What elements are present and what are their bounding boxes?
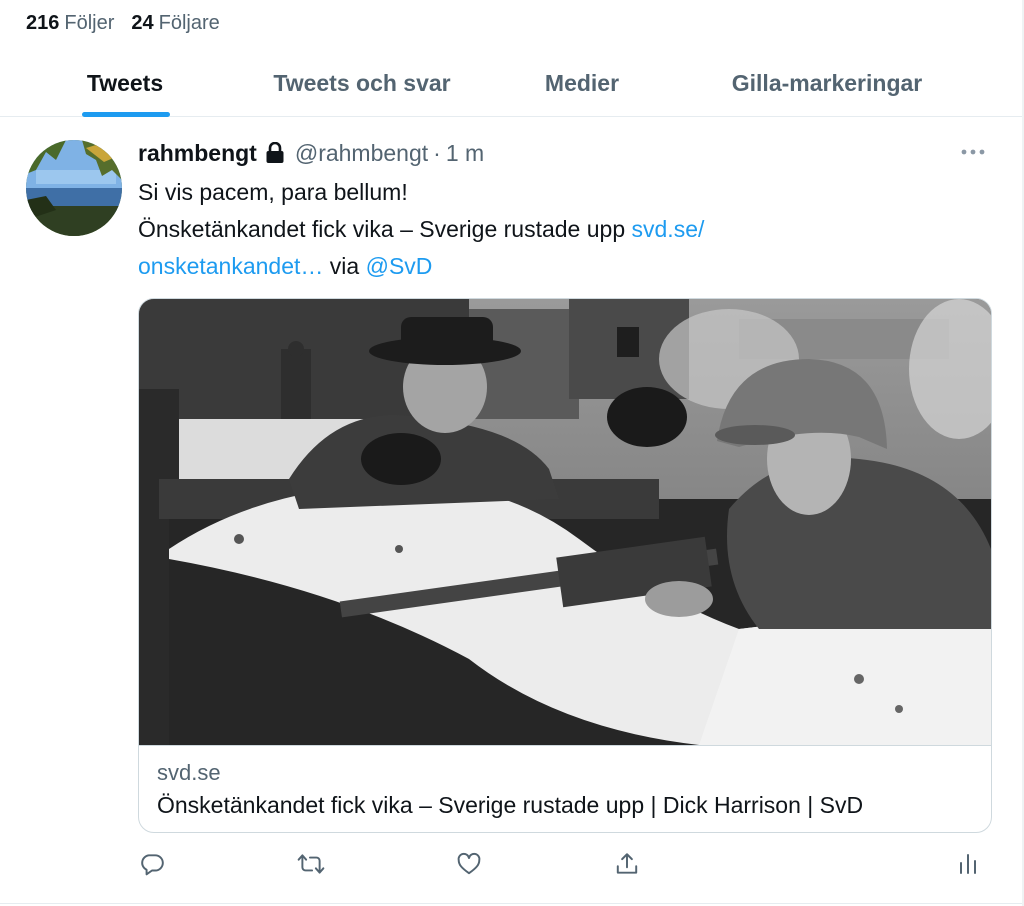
analytics-icon bbox=[956, 851, 980, 882]
user-handle[interactable]: @rahmbengt bbox=[295, 140, 428, 167]
card-title: Önsketänkandet fick vika – Sverige rusta… bbox=[157, 792, 864, 818]
follow-stats: 216 Följer 24 Följare bbox=[26, 8, 220, 38]
tab-likes-label: Gilla-markeringar bbox=[731, 70, 923, 96]
share-icon bbox=[614, 851, 640, 882]
lock-icon bbox=[265, 142, 285, 164]
following-count: 216 bbox=[26, 11, 60, 34]
tweet[interactable]: rahmbengt @rahmbengt · 1 m Si vis pacem,… bbox=[0, 118, 1022, 904]
via-text: via bbox=[323, 253, 366, 279]
reply-button[interactable] bbox=[134, 848, 170, 884]
retweet-icon bbox=[297, 851, 325, 882]
reply-icon bbox=[139, 851, 165, 882]
followers-count: 24 bbox=[131, 11, 154, 34]
tweet-text-line-2: Önsketänkandet fick vika – Sverige rusta… bbox=[138, 211, 978, 248]
like-button[interactable] bbox=[451, 848, 487, 884]
card-image bbox=[139, 299, 991, 745]
analytics-button[interactable] bbox=[950, 848, 986, 884]
share-button[interactable] bbox=[609, 848, 645, 884]
profile-tabs: Tweets Tweets och svar Medier Gilla-mark… bbox=[0, 50, 1022, 117]
followers-link[interactable]: 24 Följare bbox=[131, 12, 219, 35]
mention-link[interactable]: @SvD bbox=[366, 253, 433, 279]
tab-media[interactable]: Medier bbox=[515, 50, 649, 117]
active-tab-indicator bbox=[82, 112, 170, 117]
followers-label: Följare bbox=[158, 11, 220, 34]
like-icon bbox=[456, 851, 482, 882]
tweet-actions bbox=[138, 848, 992, 884]
tab-tweets-and-replies-label: Tweets och svar bbox=[273, 70, 451, 96]
tweet-text-line-3: onsketankandet… via @SvD bbox=[138, 248, 978, 285]
article-link-part-1[interactable]: svd.se/ bbox=[632, 216, 705, 242]
tab-tweets[interactable]: Tweets bbox=[58, 50, 192, 117]
tweet-timestamp[interactable]: 1 m bbox=[446, 140, 484, 167]
tweet-text-line-1: Si vis pacem, para bellum! bbox=[138, 179, 408, 205]
display-name[interactable]: rahmbengt bbox=[138, 140, 257, 167]
avatar[interactable] bbox=[26, 140, 122, 236]
card-meta: svd.se Önsketänkandet fick vika – Sverig… bbox=[139, 745, 991, 832]
card-domain: svd.se bbox=[157, 760, 221, 785]
tab-media-label: Medier bbox=[544, 70, 620, 96]
tab-tweets-label: Tweets bbox=[86, 70, 164, 96]
tweet-header: rahmbengt @rahmbengt · 1 m bbox=[138, 137, 484, 169]
separator-dot: · bbox=[433, 139, 441, 166]
article-link-part-2[interactable]: onsketankandet… bbox=[138, 253, 323, 279]
tab-tweets-and-replies[interactable]: Tweets och svar bbox=[240, 50, 484, 117]
tab-likes[interactable]: Gilla-markeringar bbox=[694, 50, 960, 117]
more-options-icon[interactable] bbox=[958, 142, 988, 162]
tweet-text-headline: Önsketänkandet fick vika – Sverige rusta… bbox=[138, 216, 632, 242]
link-card[interactable]: svd.se Önsketänkandet fick vika – Sverig… bbox=[138, 298, 992, 833]
following-label: Följer bbox=[64, 11, 115, 34]
retweet-button[interactable] bbox=[293, 848, 329, 884]
tweet-text: Si vis pacem, para bellum! Önsketänkande… bbox=[138, 174, 978, 285]
following-link[interactable]: 216 Följer bbox=[26, 12, 114, 35]
